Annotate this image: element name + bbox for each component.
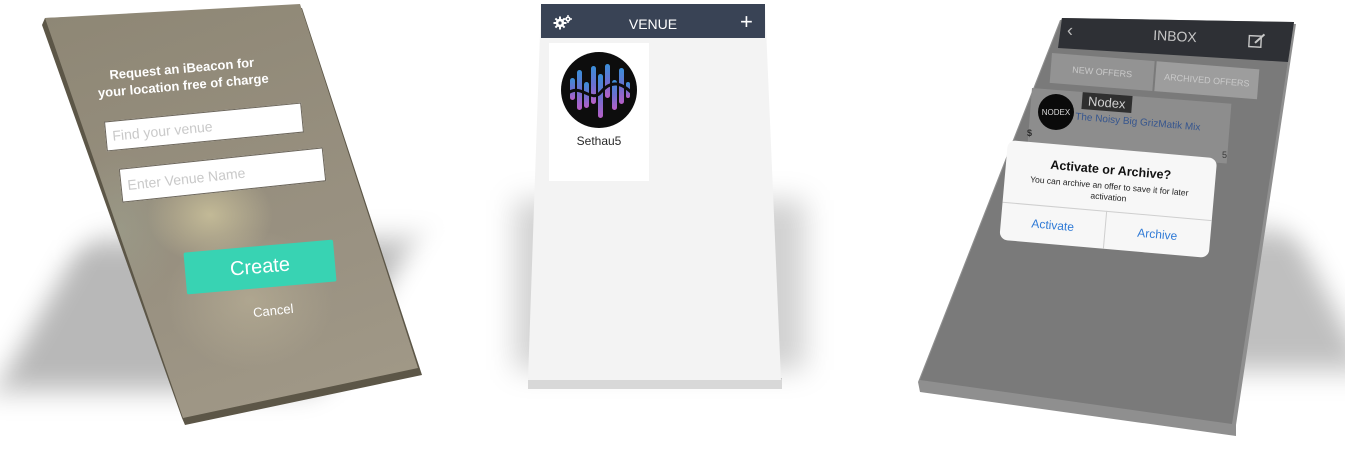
venue-title: VENUE	[628, 16, 678, 32]
compose-icon[interactable]	[1247, 33, 1266, 54]
offer-number: 5	[1222, 150, 1228, 160]
venue-name: Sethau5	[576, 134, 622, 148]
svg-text:NODEX: NODEX	[1042, 108, 1071, 117]
chevron-left-icon[interactable]: ‹	[1066, 20, 1074, 41]
activate-archive-dialog: Activate or Archive? You can archive an …	[999, 140, 1218, 258]
nodex-logo: NODEX	[1037, 93, 1075, 136]
plus-icon[interactable]: +	[740, 11, 753, 33]
price-prefix: $	[1027, 128, 1033, 138]
waveform-avatar	[561, 52, 637, 133]
